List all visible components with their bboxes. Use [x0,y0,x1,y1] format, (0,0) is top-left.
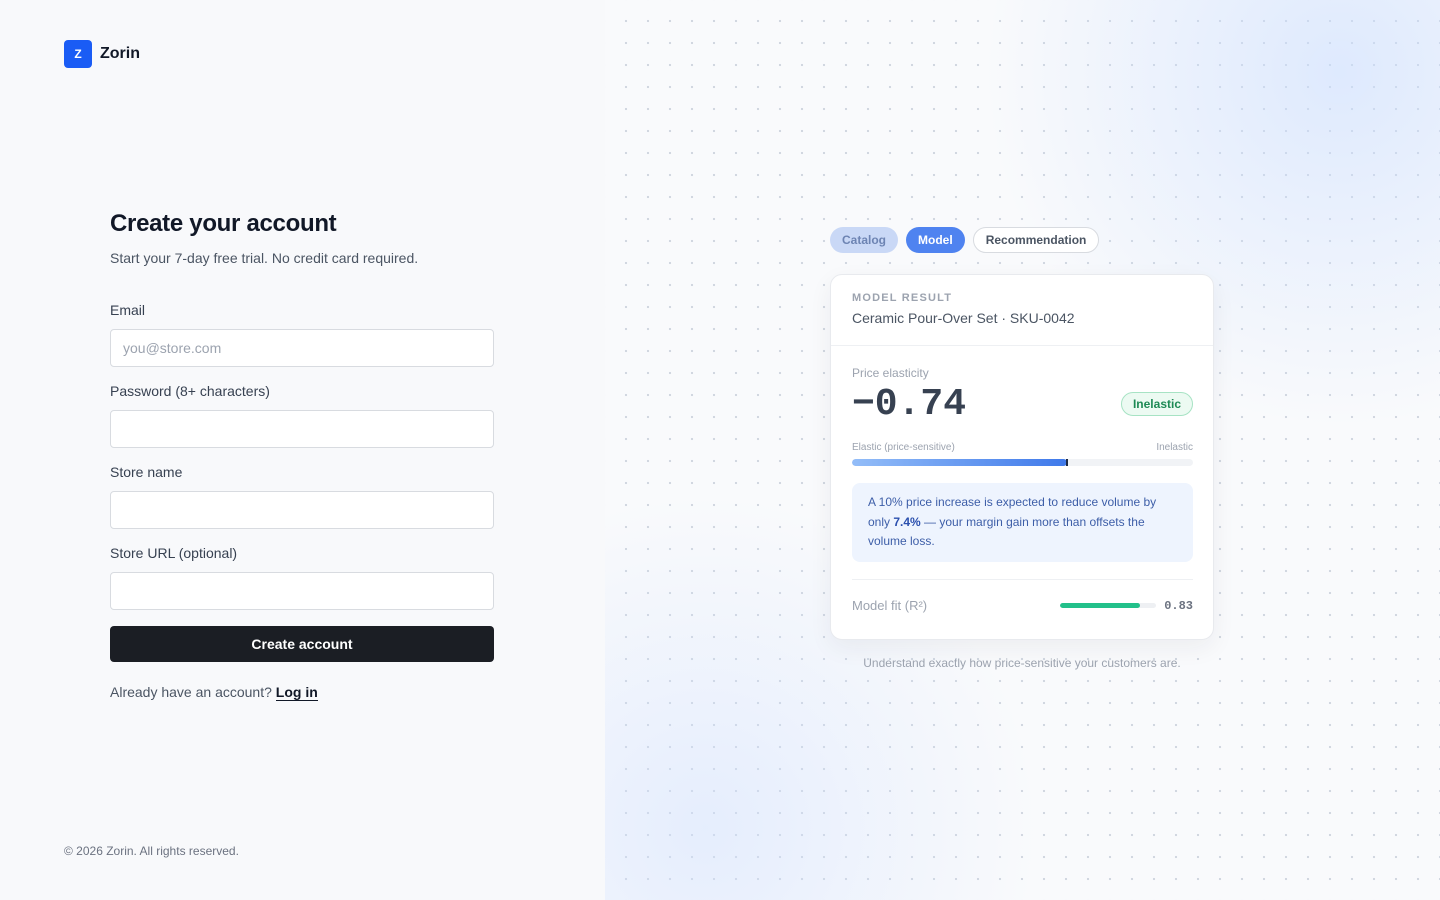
brand-name: Zorin [100,45,140,62]
fit-bar-track [1060,603,1157,608]
card-body: Price elasticity −0.74 Inelastic Elastic… [831,346,1213,632]
create-account-button[interactable]: Create account [110,626,494,662]
signup-panel: Z Zorin Create your account Start your 7… [0,0,605,900]
status-badge: Inelastic [1120,392,1193,416]
password-field-group: Password (8+ characters) [110,383,494,448]
product-title: Ceramic Pour-Over Set · SKU-0042 [852,310,1075,326]
page-title: Create your account [110,210,337,237]
password-input[interactable] [110,410,494,448]
preview-caption: Understand exactly how price-sensitive y… [863,656,1181,670]
tab-model[interactable]: Model [906,227,965,253]
email-field-group: Email [110,302,494,367]
login-prompt: Already have an account? Log in [110,684,494,701]
tab-catalog[interactable]: Catalog [830,227,899,253]
tab-recommendation[interactable]: Recommendation [972,227,1100,253]
model-result-card: MODEL RESULT Ceramic Pour-Over Set · SKU… [830,274,1214,640]
card-header: MODEL RESULT Ceramic Pour-Over Set · SKU… [831,275,1213,346]
preview-tabs: Catalog Model Recommendation [830,227,1100,253]
insight-callout: A 10% price increase is expected to redu… [852,483,1193,562]
metric-label: Price elasticity [852,366,929,380]
email-label: Email [110,302,146,318]
fit-value: 0.83 [1164,598,1193,613]
scale-labels: Elastic (price-sensitive) Inelastic [852,442,1193,453]
fit-bar-fill [1060,603,1140,608]
fit-label: Model fit (R²) [852,598,928,613]
logo-icon: Z [64,40,92,68]
page-subtitle: Start your 7-day free trial. No credit c… [110,250,419,266]
card-eyebrow: MODEL RESULT [852,292,953,304]
elasticity-scale [852,459,1193,466]
login-link[interactable]: Log in [275,684,318,701]
metric-row: −0.74 Inelastic [852,382,1193,426]
model-fit-row: Model fit (R²) 0.83 [852,578,1193,632]
store-name-label: Store name [110,464,183,480]
email-input[interactable] [110,329,494,367]
store-url-label: Store URL (optional) [110,545,238,561]
elasticity-scale-fill [852,459,1067,466]
fit-meter: 0.83 [1060,599,1193,613]
store-url-field-group: Store URL (optional) [110,545,494,610]
elasticity-scale-marker [1065,459,1068,466]
scale-left-label: Elastic (price-sensitive) [852,442,955,453]
signup-form: Create your account Start your 7-day fre… [110,210,494,701]
store-name-field-group: Store name [110,464,494,529]
login-prompt-text: Already have an account? [110,684,272,700]
store-name-input[interactable] [110,491,494,529]
password-label: Password (8+ characters) [110,383,270,399]
store-url-input[interactable] [110,572,494,610]
copyright: © 2026 Zorin. All rights reserved. [64,844,239,858]
brand[interactable]: Z Zorin [64,40,140,68]
insight-highlight: 7.4% [893,514,921,529]
elasticity-value: −0.74 [852,382,967,426]
scale-right-label: Inelastic [1156,442,1193,453]
